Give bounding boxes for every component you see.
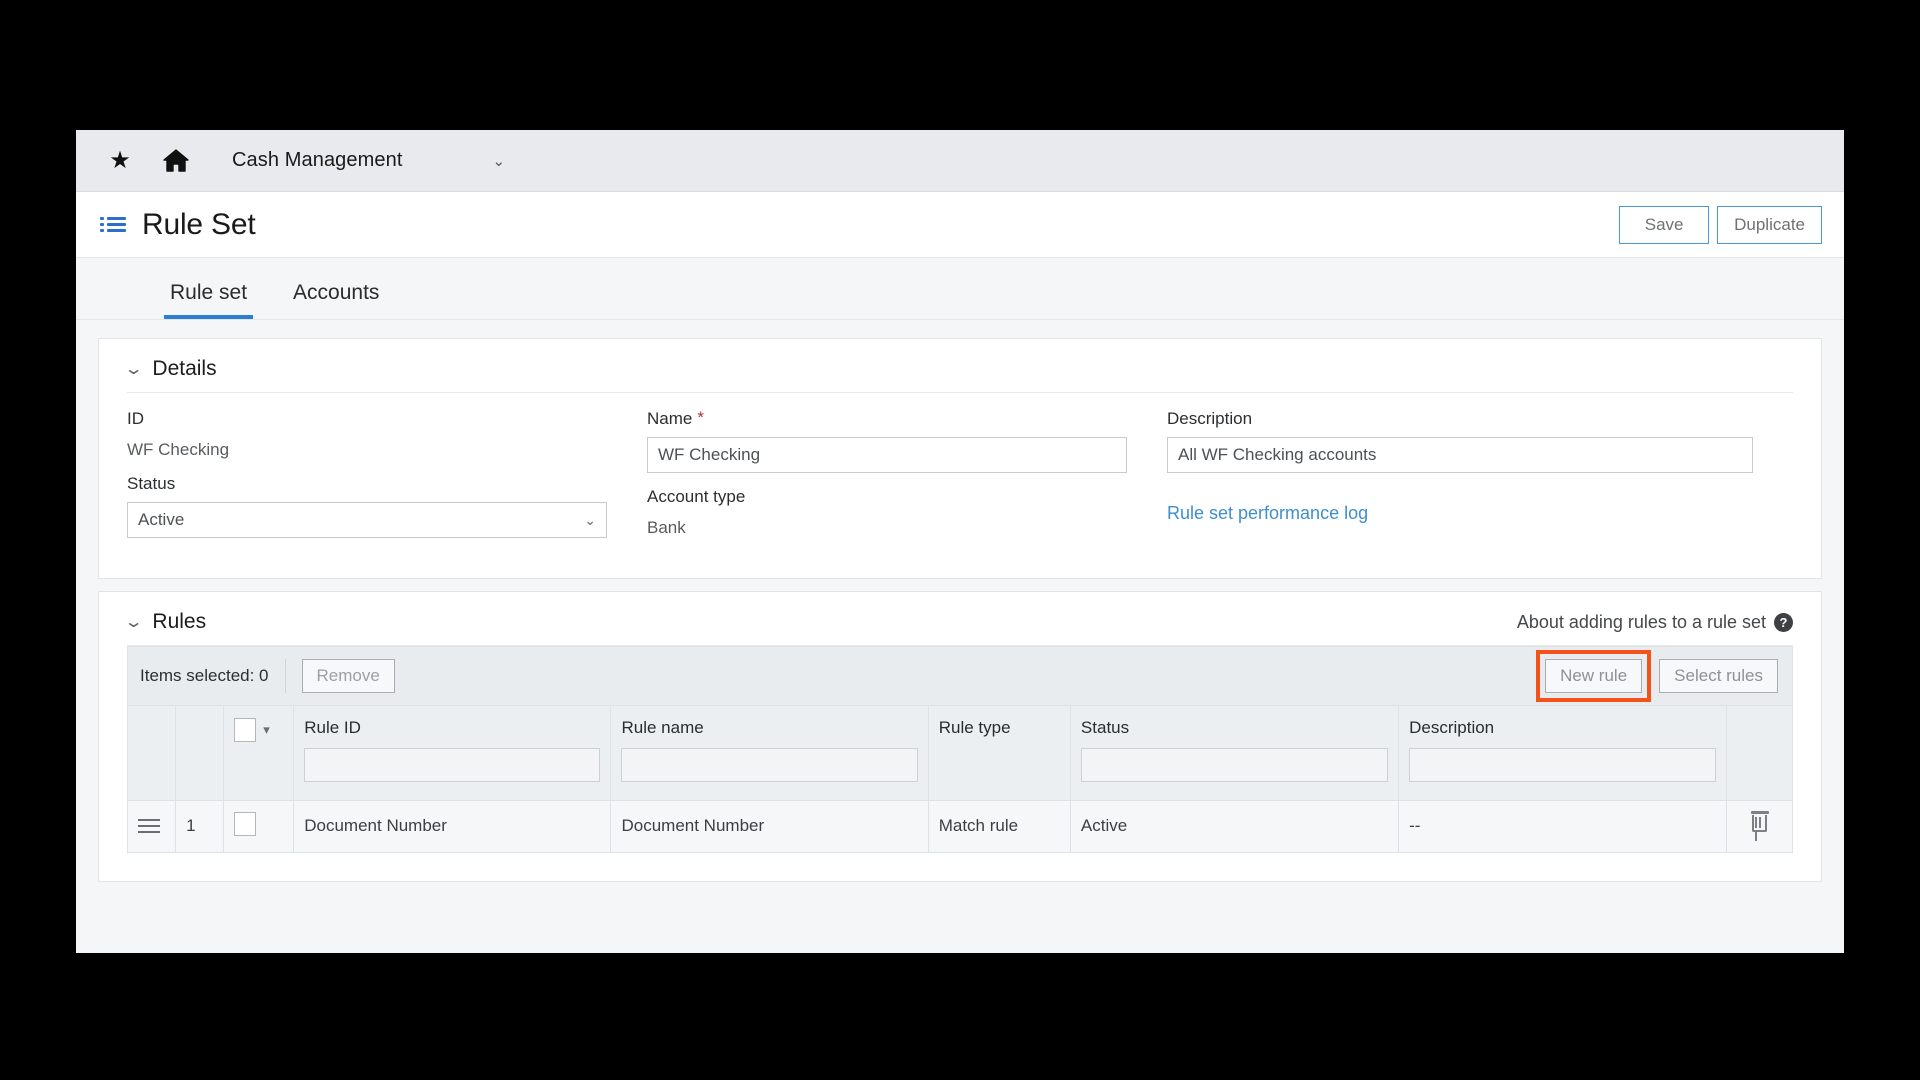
module-dropdown-chevron-icon[interactable]: ⌄: [492, 152, 505, 170]
header-select-all-column: ▾: [223, 706, 295, 801]
row-checkbox[interactable]: [234, 811, 257, 836]
row-drag-handle-cell[interactable]: [126, 799, 177, 853]
header-rule-name-label: Rule name: [621, 718, 704, 737]
account-type-value: Bank: [647, 518, 686, 537]
id-value: WF Checking: [127, 440, 230, 459]
rules-table: ▾ Rule ID Rule name Rule type Status Des…: [126, 706, 1793, 853]
name-input[interactable]: [647, 437, 1127, 473]
header-delete-column: [1726, 706, 1793, 801]
select-all-checkbox[interactable]: [234, 718, 257, 742]
tab-rule-set[interactable]: Rule set: [164, 281, 254, 319]
description-input[interactable]: [1167, 437, 1753, 473]
field-description: Description Rule set performance log: [1167, 409, 1793, 552]
new-rule-button[interactable]: New rule: [1545, 659, 1643, 693]
cell-rule-id[interactable]: Document Number: [293, 799, 612, 853]
select-all-chevron-down-icon[interactable]: ▾: [263, 722, 270, 738]
table-row[interactable]: 1 Document Number Document Number Match …: [126, 799, 1793, 853]
header-description: Description: [1398, 706, 1728, 801]
name-label: Name *: [647, 409, 1127, 429]
header-rule-type-label: Rule type: [938, 718, 1011, 737]
filter-rule-name[interactable]: [621, 748, 918, 782]
details-collapse-chevron-icon[interactable]: ⌄: [124, 359, 144, 379]
id-label: ID: [127, 409, 144, 428]
select-rules-button[interactable]: Select rules: [1659, 659, 1778, 693]
page-title: Rule Set: [142, 207, 256, 241]
header-row-number-column: [175, 706, 225, 801]
row-number-cell: 1: [175, 799, 225, 853]
header-rule-type: Rule type: [927, 706, 1071, 801]
details-section-header: ⌄ Details: [99, 339, 1821, 393]
cell-rule-name[interactable]: Document Number: [610, 799, 929, 853]
help-icon[interactable]: ?: [1774, 612, 1793, 632]
about-adding-rules-link[interactable]: About adding rules to a rule set: [1517, 612, 1766, 633]
tab-accounts[interactable]: Accounts: [287, 281, 385, 319]
new-rule-highlight-annotation: New rule: [1536, 650, 1652, 702]
details-field-grid: ID WF Checking Status Active ⌄ Name * WF…: [99, 393, 1821, 578]
field-name: Name * Account type Bank: [647, 409, 1167, 552]
list-icon: [100, 214, 126, 235]
rules-section-title: Rules: [152, 610, 207, 633]
page-content: ⌄ Details ID WF Checking Status Active ⌄: [76, 320, 1844, 953]
rules-section-header: ⌄ Rules About adding rules to a rule set…: [99, 592, 1821, 646]
required-asterisk-icon: *: [697, 408, 704, 427]
header-status-label: Status: [1080, 718, 1130, 737]
chevron-down-icon: ⌄: [584, 511, 596, 528]
header-rule-id: Rule ID: [293, 706, 612, 801]
filter-status[interactable]: [1080, 748, 1389, 782]
filter-description[interactable]: [1409, 748, 1717, 782]
rules-grid-wrapper: Items selected: 0 Remove New rule Select…: [99, 646, 1821, 881]
drag-handle-icon[interactable]: [138, 819, 160, 833]
save-button[interactable]: Save: [1619, 206, 1710, 244]
status-selected-value: Active: [138, 510, 185, 529]
rule-set-performance-log-link[interactable]: Rule set performance log: [1167, 503, 1753, 524]
name-label-text: Name: [647, 409, 693, 428]
home-button[interactable]: [148, 130, 204, 192]
page-title-bar: Rule Set Save Duplicate: [76, 192, 1844, 258]
items-selected-label: Items selected: 0: [140, 666, 269, 685]
cell-status: Active: [1069, 799, 1400, 853]
tab-bar: Rule set Accounts: [76, 258, 1844, 320]
details-section-title: Details: [152, 357, 217, 380]
rules-grid-toolbar: Items selected: 0 Remove New rule Select…: [127, 646, 1793, 706]
header-description-label: Description: [1409, 718, 1495, 737]
description-label: Description: [1167, 409, 1253, 428]
star-icon: ★: [109, 146, 131, 174]
header-rule-id-label: Rule ID: [304, 718, 361, 737]
filter-rule-id[interactable]: [304, 748, 601, 782]
status-label: Status: [127, 474, 176, 493]
trash-icon[interactable]: [1750, 811, 1769, 841]
cell-rule-type: Match rule: [927, 799, 1071, 853]
module-name-label: Cash Management: [232, 149, 403, 171]
table-header-row: ▾ Rule ID Rule name Rule type Status Des…: [126, 706, 1793, 801]
cell-description: --: [1398, 799, 1728, 853]
field-id: ID WF Checking Status Active ⌄: [127, 409, 647, 552]
home-icon: [163, 148, 189, 173]
details-card: ⌄ Details ID WF Checking Status Active ⌄: [98, 338, 1822, 579]
duplicate-button[interactable]: Duplicate: [1717, 206, 1822, 244]
cell-delete[interactable]: [1726, 799, 1793, 853]
page-actions: Save Duplicate: [1619, 206, 1822, 244]
header-rule-name: Rule name: [610, 706, 929, 801]
top-navigation-bar: ★ Cash Management ⌄: [76, 130, 1844, 192]
rules-collapse-chevron-icon[interactable]: ⌄: [124, 612, 144, 632]
application-window: ★ Cash Management ⌄ Rule Set Save Duplic…: [76, 130, 1844, 953]
favorites-star-button[interactable]: ★: [92, 130, 148, 192]
header-status: Status: [1069, 706, 1400, 801]
header-drag-column: [126, 706, 177, 801]
rules-card: ⌄ Rules About adding rules to a rule set…: [98, 591, 1822, 882]
remove-button[interactable]: Remove: [301, 659, 395, 693]
status-select[interactable]: Active ⌄: [127, 502, 607, 538]
account-type-label: Account type: [647, 487, 746, 506]
row-select-cell[interactable]: [223, 799, 295, 853]
